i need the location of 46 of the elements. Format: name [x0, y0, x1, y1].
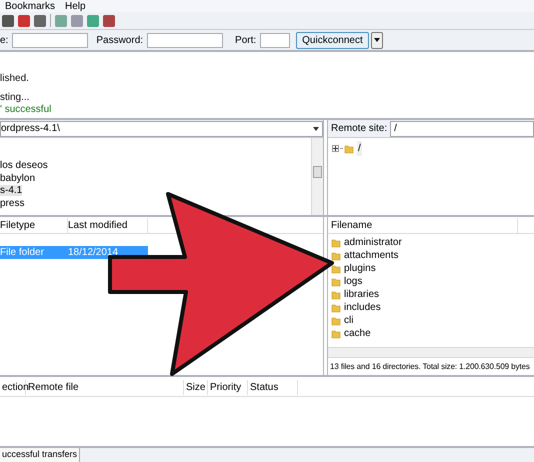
log-line: ' successful [0, 104, 52, 116]
log-line: lished. [0, 73, 30, 85]
quickconnect-button[interactable]: Quickconnect [296, 32, 369, 48]
tree-item[interactable]: press [0, 198, 24, 208]
input-field[interactable] [147, 32, 224, 48]
column-header[interactable]: Status [248, 380, 298, 395]
menu-item[interactable]: Help [65, 0, 86, 14]
file-name[interactable]: includes [344, 301, 381, 314]
toolbar-icon[interactable] [2, 14, 14, 26]
file-name[interactable]: attachments [344, 249, 398, 262]
tab[interactable]: uccessful transfers [0, 448, 80, 462]
remote-site-label: Remote site: [330, 122, 388, 136]
column-header[interactable]: Last modified [68, 218, 148, 233]
column-header[interactable]: Priority [208, 380, 248, 395]
field-label: e: [0, 34, 8, 48]
file-name[interactable]: logs [344, 275, 362, 288]
menu-item[interactable]: Bookmarks [5, 0, 56, 14]
caret-icon [374, 38, 380, 42]
toolbar-icon[interactable] [103, 14, 115, 26]
column-header[interactable]: Filetype [0, 218, 68, 233]
tree-item[interactable]: s-4.1 [0, 185, 22, 196]
toolbar-icon[interactable] [18, 14, 30, 26]
folder-icon [344, 144, 354, 154]
dropdown-button[interactable] [370, 32, 383, 48]
expand-icon[interactable] [332, 145, 339, 152]
toolbar-icon[interactable] [34, 14, 46, 26]
field-label: Port: [235, 34, 256, 48]
file-name[interactable]: libraries [344, 288, 380, 301]
file-name[interactable]: administrator [344, 236, 402, 249]
scrollbar[interactable] [328, 347, 534, 358]
input-field[interactable] [12, 32, 88, 48]
file-name[interactable]: cache [344, 327, 371, 340]
field-label: Password: [96, 34, 144, 48]
file-name[interactable]: cli [344, 314, 354, 327]
log-line: sting... [0, 92, 30, 104]
tree-item[interactable]: / [357, 141, 362, 156]
scrollbar[interactable] [311, 138, 323, 215]
tree-item[interactable]: los deseos [0, 160, 48, 171]
file-name[interactable]: plugins [344, 262, 376, 275]
tree-item[interactable]: babylon [0, 172, 36, 184]
input-field[interactable] [260, 32, 290, 48]
status-text: 13 files and 16 directories. Total size: 1.200.630.509 bytes [330, 360, 530, 372]
column-header[interactable]: Filename [328, 218, 518, 233]
column-header[interactable]: Size [184, 380, 208, 395]
path-field[interactable]: / [390, 120, 534, 136]
column-header[interactable]: ection [0, 380, 26, 395]
